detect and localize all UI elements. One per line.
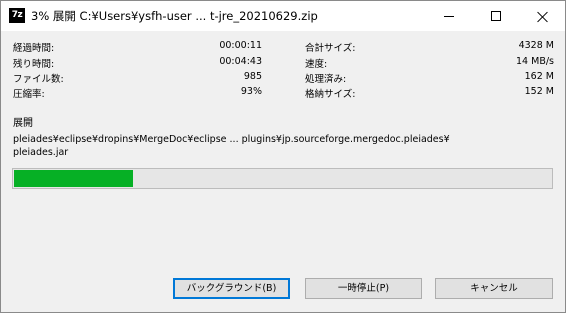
compression-ratio-label: 圧縮率: — [13, 89, 45, 100]
title-bar[interactable]: 7z 3% 展開 C:¥Users¥ysfh-user ... t-jre_20… — [1, 1, 565, 31]
progress-bar-fill — [14, 170, 133, 187]
speed-value: 14 MB/s — [516, 56, 554, 67]
cancel-button[interactable]: キャンセル — [435, 278, 553, 299]
packed-size-value: 152 M — [524, 86, 554, 97]
processed-label: 処理済み: — [305, 74, 347, 85]
close-icon — [537, 11, 548, 22]
progress-bar — [12, 168, 553, 189]
elapsed-time-label: 経過時間: — [13, 43, 55, 54]
close-button[interactable] — [519, 1, 565, 31]
maximize-button[interactable] — [473, 1, 519, 31]
minimize-button[interactable] — [426, 1, 472, 31]
total-size-label: 合計サイズ: — [305, 43, 356, 54]
total-size-value: 4328 M — [518, 40, 554, 51]
minimize-icon — [444, 15, 454, 17]
compression-ratio-value: 93% — [240, 86, 262, 97]
maximize-icon — [491, 11, 501, 21]
7zip-app-icon: 7z — [9, 8, 25, 23]
packed-size-label: 格納サイズ: — [305, 89, 356, 100]
background-button[interactable]: バックグラウンド(B) — [173, 278, 290, 299]
processed-value: 162 M — [524, 71, 554, 82]
file-count-value: 985 — [243, 71, 262, 82]
extraction-progress-window: 7z 3% 展開 C:¥Users¥ysfh-user ... t-jre_20… — [0, 0, 566, 313]
window-title: 3% 展開 C:¥Users¥ysfh-user ... t-jre_20210… — [31, 9, 318, 23]
elapsed-time-value: 00:00:11 — [219, 40, 262, 51]
current-file-path-line2: pleiades.jar — [13, 147, 69, 158]
pause-button[interactable]: 一時停止(P) — [305, 278, 422, 299]
current-file-path-line1: pleiades¥eclipse¥dropins¥MergeDoc¥eclips… — [13, 134, 450, 145]
remaining-time-label: 残り時間: — [13, 59, 55, 70]
operation-label: 展開 — [13, 118, 33, 129]
remaining-time-value: 00:04:43 — [219, 56, 262, 67]
file-count-label: ファイル数: — [13, 74, 64, 85]
speed-label: 速度: — [305, 59, 328, 70]
